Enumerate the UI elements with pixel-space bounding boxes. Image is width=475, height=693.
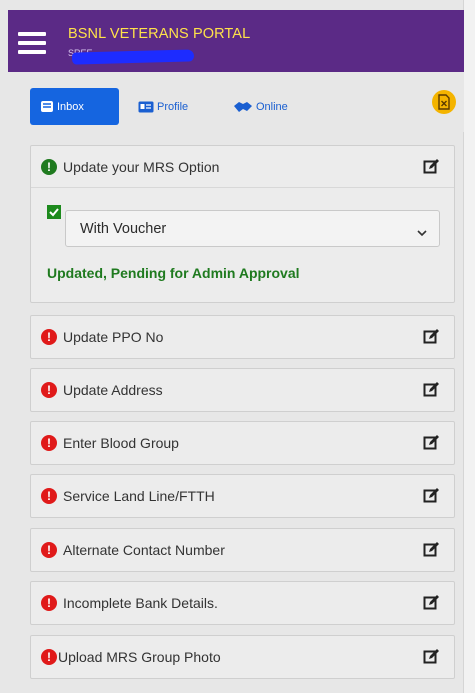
tab-online[interactable]: Online [233, 88, 288, 125]
task-card-bank-details[interactable]: ! Incomplete Bank Details. [30, 581, 455, 625]
portal-title: BSNL VETERANS PORTAL [68, 26, 251, 42]
warning-alert-icon: ! [41, 542, 57, 558]
task-card-group-photo[interactable]: ! Upload MRS Group Photo [30, 635, 455, 679]
task-label: Alternate Contact Number [63, 542, 225, 558]
inbox-icon [40, 100, 54, 113]
mrs-option-selected: With Voucher [80, 220, 167, 237]
id-card-icon [138, 101, 154, 113]
task-header[interactable]: ! Update Address [31, 369, 454, 411]
warning-alert-icon: ! [41, 382, 57, 398]
task-header[interactable]: ! Service Land Line/FTTH [31, 475, 454, 517]
edit-icon[interactable] [423, 434, 440, 454]
task-label: Upload MRS Group Photo [58, 649, 221, 665]
tab-inbox[interactable]: Inbox [30, 88, 119, 125]
task-header[interactable]: ! Alternate Contact Number [31, 529, 454, 571]
page-margin [464, 0, 475, 693]
tab-inbox-label: Inbox [57, 100, 84, 113]
warning-alert-icon: ! [41, 649, 57, 665]
edit-icon[interactable] [423, 158, 440, 178]
app-frame: BSNL VETERANS PORTAL SREE ... Inbox [0, 0, 464, 693]
task-label: Update PPO No [63, 329, 164, 345]
task-card-blood-group[interactable]: ! Enter Blood Group [30, 421, 455, 465]
mrs-option-header[interactable]: ! Update your MRS Option [31, 146, 454, 188]
task-label: Update Address [63, 382, 163, 398]
mrs-option-select[interactable]: With Voucher [65, 210, 440, 247]
task-label: Incomplete Bank Details. [63, 595, 218, 611]
warning-alert-icon: ! [41, 488, 57, 504]
warning-alert-icon: ! [41, 329, 57, 345]
edit-icon[interactable] [423, 594, 440, 614]
task-card-alt-contact[interactable]: ! Alternate Contact Number [30, 528, 455, 572]
mrs-status-text: Updated, Pending for Admin Approval [47, 265, 300, 281]
user-name-redacted: SREE ... [68, 48, 196, 65]
warning-alert-icon: ! [41, 595, 57, 611]
task-card-address[interactable]: ! Update Address [30, 368, 455, 412]
task-card-landline[interactable]: ! Service Land Line/FTTH [30, 474, 455, 518]
task-header[interactable]: ! Incomplete Bank Details. [31, 582, 454, 624]
tab-online-label: Online [256, 100, 288, 113]
task-card-ppo[interactable]: ! Update PPO No [30, 315, 455, 359]
mrs-option-card: ! Update your MRS Option With Voucher Up… [30, 145, 455, 303]
top-bar: BSNL VETERANS PORTAL SREE ... [8, 10, 464, 72]
mrs-option-body: With Voucher Updated, Pending for Admin … [31, 188, 454, 303]
edit-icon[interactable] [423, 648, 440, 668]
redaction-scribble [71, 49, 195, 65]
task-label: Service Land Line/FTTH [63, 488, 215, 504]
task-header[interactable]: ! Enter Blood Group [31, 422, 454, 464]
warning-alert-icon: ! [41, 435, 57, 451]
nav-tabs: Inbox Profile Online [8, 72, 464, 132]
mrs-option-title: Update your MRS Option [63, 158, 220, 175]
success-alert-icon: ! [41, 158, 57, 175]
tab-profile[interactable]: Profile [138, 88, 188, 125]
chevron-down-icon [417, 225, 427, 241]
task-header[interactable]: ! Upload MRS Group Photo [31, 636, 454, 678]
edit-icon[interactable] [423, 541, 440, 561]
edit-icon[interactable] [423, 328, 440, 348]
hamburger-menu-icon[interactable] [18, 32, 46, 54]
task-label: Enter Blood Group [63, 435, 179, 451]
tab-profile-label: Profile [157, 100, 189, 113]
edit-icon[interactable] [423, 487, 440, 507]
pdf-file-icon[interactable] [432, 90, 456, 114]
mrs-checkbox[interactable] [47, 205, 61, 219]
handshake-icon [233, 100, 253, 114]
task-header[interactable]: ! Update PPO No [31, 316, 454, 358]
edit-icon[interactable] [423, 381, 440, 401]
